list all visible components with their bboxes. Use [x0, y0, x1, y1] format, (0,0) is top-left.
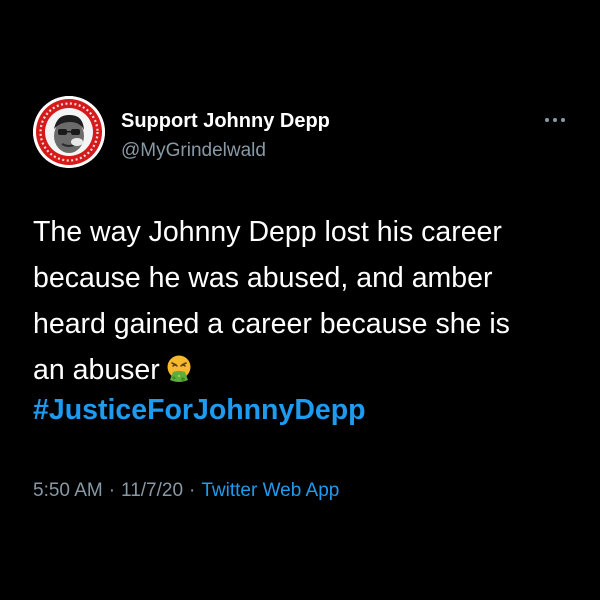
tweet-card: Support Johnny Depp @MyGrindelwald The w… [0, 0, 600, 600]
more-dots-icon [545, 118, 565, 122]
avatar[interactable] [33, 96, 105, 168]
more-options-button[interactable] [537, 108, 573, 132]
tweet-date[interactable]: 11/7/20 [121, 480, 183, 501]
tweet-meta: 5:50 AM · 11/7/20 · Twitter Web App [33, 480, 339, 502]
tweet-text-line: an abuser [33, 354, 160, 386]
tweet-source-link[interactable]: Twitter Web App [201, 480, 339, 501]
tweet-text-line: because he was abused, and amber [33, 262, 493, 294]
tweet-text-line: The way Johnny Depp lost his career [33, 216, 502, 248]
tweet-time[interactable]: 5:50 AM [33, 480, 103, 501]
vomiting-face-emoji-icon [164, 352, 194, 382]
tweet-text-line: heard gained a career because she is [33, 308, 510, 340]
hashtag-link[interactable]: #JusticeForJohnnyDepp [33, 394, 366, 427]
profile-avatar-icon [33, 96, 105, 168]
tweet-text-line-last: an abuser [33, 347, 573, 393]
meta-separator: · [108, 480, 116, 501]
meta-separator: · [189, 480, 196, 501]
tweet-body: The way Johnny Depp lost his career beca… [33, 209, 573, 393]
user-handle[interactable]: @MyGrindelwald [121, 140, 266, 162]
display-name[interactable]: Support Johnny Depp [121, 110, 330, 133]
